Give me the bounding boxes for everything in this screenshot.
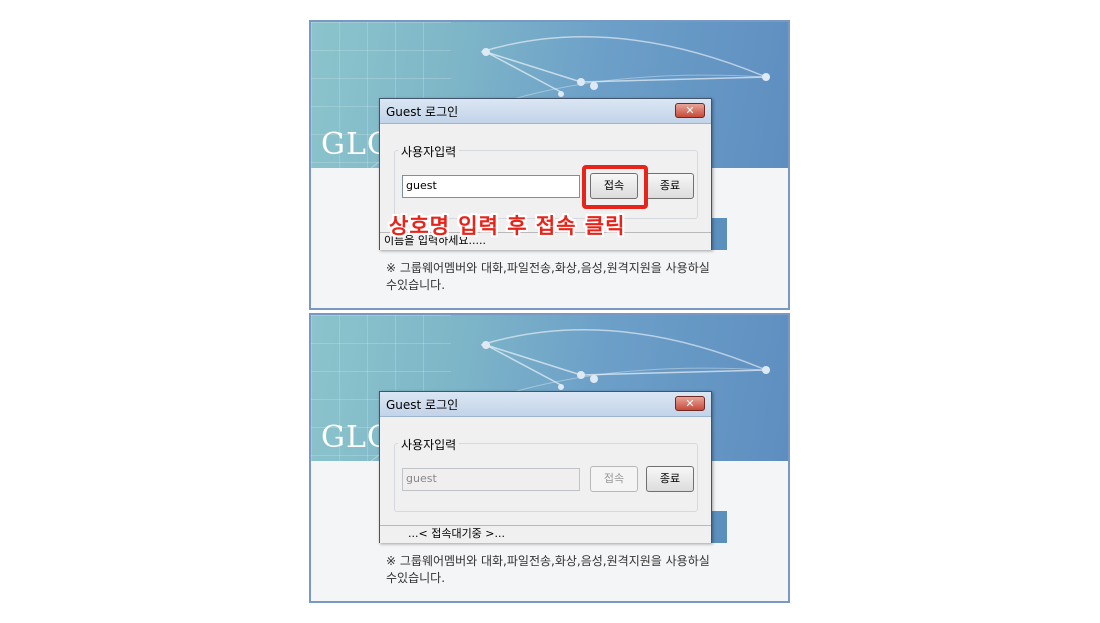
status-text: ...< 접속대기중 >... bbox=[408, 527, 506, 540]
hidden-button-edge bbox=[711, 511, 727, 543]
connect-button[interactable]: 접속 bbox=[590, 466, 638, 492]
close-icon[interactable]: ✕ bbox=[675, 103, 705, 118]
close-icon[interactable]: ✕ bbox=[675, 396, 705, 411]
exit-button[interactable]: 종료 bbox=[646, 173, 694, 199]
group-label: 사용자입력 bbox=[398, 143, 460, 160]
dialog-titlebar[interactable]: Guest 로그인 ✕ bbox=[380, 99, 711, 124]
status-bar: ...< 접속대기중 >... bbox=[380, 525, 711, 543]
instruction-annotation: 상호명 입력 후 접속 클릭 bbox=[389, 214, 626, 238]
group-label: 사용자입력 bbox=[398, 436, 460, 453]
username-input[interactable]: guest bbox=[402, 468, 580, 491]
dialog-title: Guest 로그인 bbox=[386, 105, 459, 119]
notice-text: ※ 그룹웨어멤버와 대화,파일전송,화상,음성,원격지원을 사용하실수있습니다. bbox=[386, 554, 710, 585]
exit-button[interactable]: 종료 bbox=[646, 466, 694, 492]
notice-text: ※ 그룹웨어멤버와 대화,파일전송,화상,음성,원격지원을 사용하실수있습니다. bbox=[386, 261, 710, 292]
dialog-title: Guest 로그인 bbox=[386, 398, 459, 412]
highlight-box bbox=[582, 165, 648, 209]
login-screenshot-2: GLO ※ 그룹웨어멤버와 대화,파일전송,화상,음성,원격지원을 사용하실수있… bbox=[309, 313, 790, 603]
login-screenshot-1: GLO ※ 그룹웨어멤버와 대화,파일전송,화상,음성,원격지원을 사용하실수있… bbox=[309, 20, 790, 310]
username-input[interactable]: guest bbox=[402, 175, 580, 198]
guest-login-dialog: Guest 로그인 ✕ 사용자입력 guest 접속 종료 ...< 접속대기중… bbox=[379, 391, 712, 543]
hidden-button-edge bbox=[711, 218, 727, 250]
dialog-titlebar[interactable]: Guest 로그인 ✕ bbox=[380, 392, 711, 417]
